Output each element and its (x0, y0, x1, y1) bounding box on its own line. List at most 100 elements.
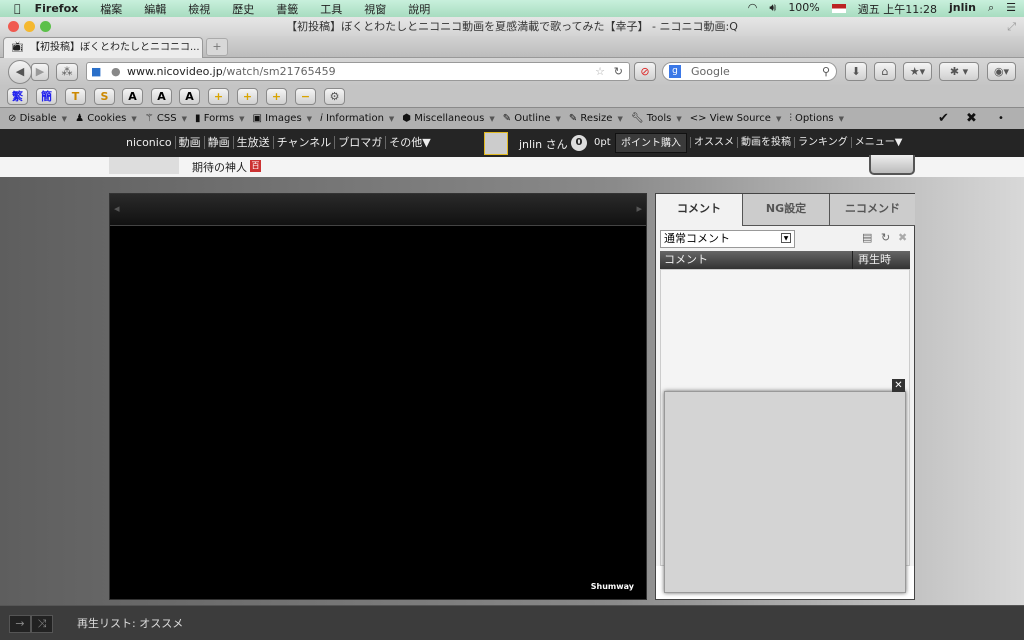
webdev-resize[interactable]: ✎ Resize ▼ (569, 113, 623, 124)
font-a-button-1[interactable]: A (122, 88, 143, 105)
webdev-cookies[interactable]: ♟ Cookies ▼ (75, 113, 137, 124)
nav-niconico[interactable]: niconico (123, 136, 176, 149)
zoom-in-style-button[interactable]: + (266, 88, 287, 105)
menu-tools[interactable]: 工具 (320, 1, 342, 17)
menu-view[interactable]: 檢視 (188, 1, 210, 17)
nav-ranking[interactable]: ランキング (794, 137, 851, 148)
webdev-images[interactable]: ▣ Images ▼ (252, 113, 312, 124)
webdev-css[interactable]: ⚚ CSS ▼ (145, 113, 187, 124)
video-player[interactable]: ◂ ▸ Shumway (109, 193, 647, 600)
downloads-button[interactable]: ⬇ (845, 62, 867, 81)
simplified-chinese-button[interactable]: 簡 (36, 88, 57, 105)
apple-icon[interactable]:  (14, 2, 21, 15)
nav-blomaga[interactable]: ブロマガ (335, 136, 387, 149)
menubar-user[interactable]: jnlin (949, 1, 976, 17)
webdev-miscellaneous[interactable]: ⬢ Miscellaneous ▼ (402, 113, 494, 124)
reload-icon[interactable]: ↻ (614, 63, 623, 80)
new-tab-button[interactable]: + (206, 38, 228, 56)
tab-groups-button[interactable]: ⁂ (56, 63, 78, 81)
comment-filter-select[interactable]: 通常コメント ▼ (660, 230, 795, 248)
nav-seiga[interactable]: 静画 (204, 136, 234, 149)
buy-points-button[interactable]: ポイント購入 (615, 133, 687, 153)
forward-button[interactable]: ▶ (31, 63, 49, 81)
webdev-options[interactable]: ⫶ Options ▼ (789, 113, 844, 124)
adblock-button[interactable]: ⊘ (634, 62, 656, 81)
clipboard-s-button[interactable]: S (94, 88, 115, 105)
tag-label[interactable]: 期待の神人 (192, 159, 247, 175)
menu-edit[interactable]: 編輯 (144, 1, 166, 17)
menu-window[interactable]: 視窗 (364, 1, 386, 17)
check-icon[interactable]: ✔ (938, 111, 949, 126)
back-button[interactable]: ◀ (8, 60, 32, 84)
nav-menu[interactable]: メニュー▼ (850, 137, 906, 148)
nav-video[interactable]: 動画 (175, 136, 205, 149)
col-time[interactable]: 再生時 (852, 251, 891, 269)
close-ad-icon[interactable]: ✕ (892, 379, 905, 392)
menu-bookmarks[interactable]: 書籤 (276, 1, 298, 17)
site-identity-icon[interactable]: ■ (91, 63, 101, 80)
menu-history[interactable]: 歷史 (232, 1, 254, 17)
minimize-window-button[interactable] (24, 21, 35, 32)
nav-live[interactable]: 生放送 (233, 136, 274, 149)
clock[interactable]: 週五 上午11:28 (858, 1, 937, 17)
scroll-left-icon[interactable]: ◂ (114, 202, 120, 215)
zoom-in-button[interactable]: + (208, 88, 229, 105)
keyboard-icon[interactable]: ▤ (862, 231, 872, 244)
extension-button[interactable]: ✱ ▾ (939, 62, 979, 81)
webdev-disable[interactable]: ⊘ Disable ▼ (8, 113, 67, 124)
font-a-button-2[interactable]: A (151, 88, 172, 105)
search-icon[interactable]: ⚲ (822, 63, 830, 80)
menu-app[interactable]: Firefox (35, 2, 79, 15)
spotlight-icon[interactable]: ⌕ (988, 1, 994, 17)
webdev-outline[interactable]: ✎ Outline ▼ (503, 113, 561, 124)
tab-handle[interactable] (869, 155, 915, 175)
webdev-view-source[interactable]: <> View Source ▼ (690, 113, 782, 124)
settings-tool-button[interactable]: ⚙ (324, 88, 345, 105)
webdev-forms[interactable]: ▮ Forms ▼ (195, 113, 244, 124)
menu-file[interactable]: 檔案 (100, 1, 122, 17)
nav-other[interactable]: その他▼ (386, 136, 433, 149)
search-input[interactable]: g Google ⚲ (662, 62, 837, 81)
nav-channel[interactable]: チャンネル (273, 136, 336, 149)
zoom-out-button[interactable]: − (295, 88, 316, 105)
bookmarks-menu-button[interactable]: ★▾ (903, 62, 932, 81)
fullscreen-icon[interactable]: ⤢ (1007, 17, 1016, 36)
font-a-button-3[interactable]: A (179, 88, 200, 105)
traditional-chinese-button[interactable]: 繁 (7, 88, 28, 105)
shuffle-button[interactable]: ⤨ (31, 615, 53, 633)
points-value: 0pt (594, 137, 611, 148)
home-button[interactable]: ⌂ (874, 62, 896, 81)
flag-icon[interactable] (831, 4, 846, 13)
tab-comments[interactable]: コメント (656, 194, 742, 226)
dot-icon[interactable]: • (998, 113, 1004, 124)
webdev-information[interactable]: i Information ▼ (320, 113, 394, 124)
volume-icon[interactable]: 🔊︎ (769, 1, 776, 17)
zoom-in-text-button[interactable]: + (237, 88, 258, 105)
sequential-play-button[interactable]: → (9, 615, 31, 633)
webdev-tools[interactable]: 🔧︎ Tools ▼ (631, 113, 682, 124)
refresh-icon[interactable]: ↻ (881, 231, 890, 244)
scroll-lock-icon[interactable]: ✖ (898, 231, 907, 244)
close-window-button[interactable] (8, 21, 19, 32)
col-comment[interactable]: コメント (660, 253, 708, 266)
notification-list-icon[interactable]: ☰ (1006, 1, 1016, 17)
dictionary-icon[interactable]: 百 (250, 160, 261, 172)
avatar[interactable] (484, 132, 508, 155)
nav-recommend[interactable]: オススメ (690, 137, 737, 148)
bookmark-star-icon[interactable]: ☆ (595, 63, 605, 80)
search-placeholder: Google (691, 65, 730, 78)
url-bar[interactable]: ■ ● www.nicovideo.jp/watch/sm21765459 ☆ … (86, 62, 630, 81)
close-toolbar-icon[interactable]: ✖ (966, 111, 977, 126)
username[interactable]: jnlin さん (519, 136, 568, 152)
sync-account-button[interactable]: ◉▾ (987, 62, 1016, 81)
battery-percent[interactable]: 100% (788, 1, 819, 17)
tab-nicommend[interactable]: ニコメンド (829, 194, 915, 226)
zoom-window-button[interactable] (40, 21, 51, 32)
tab-ng-settings[interactable]: NG設定 (742, 194, 829, 226)
clipboard-t-button[interactable]: T (65, 88, 86, 105)
scroll-right-icon[interactable]: ▸ (636, 202, 642, 215)
nav-upload[interactable]: 動画を投稿 (737, 137, 794, 148)
menu-help[interactable]: 說明 (408, 1, 430, 17)
wifi-icon[interactable]: ◠ (748, 1, 758, 17)
tab-active[interactable]: 📺︎ 【初投稿】ぼくとわたしとニコニコ... (3, 37, 203, 58)
